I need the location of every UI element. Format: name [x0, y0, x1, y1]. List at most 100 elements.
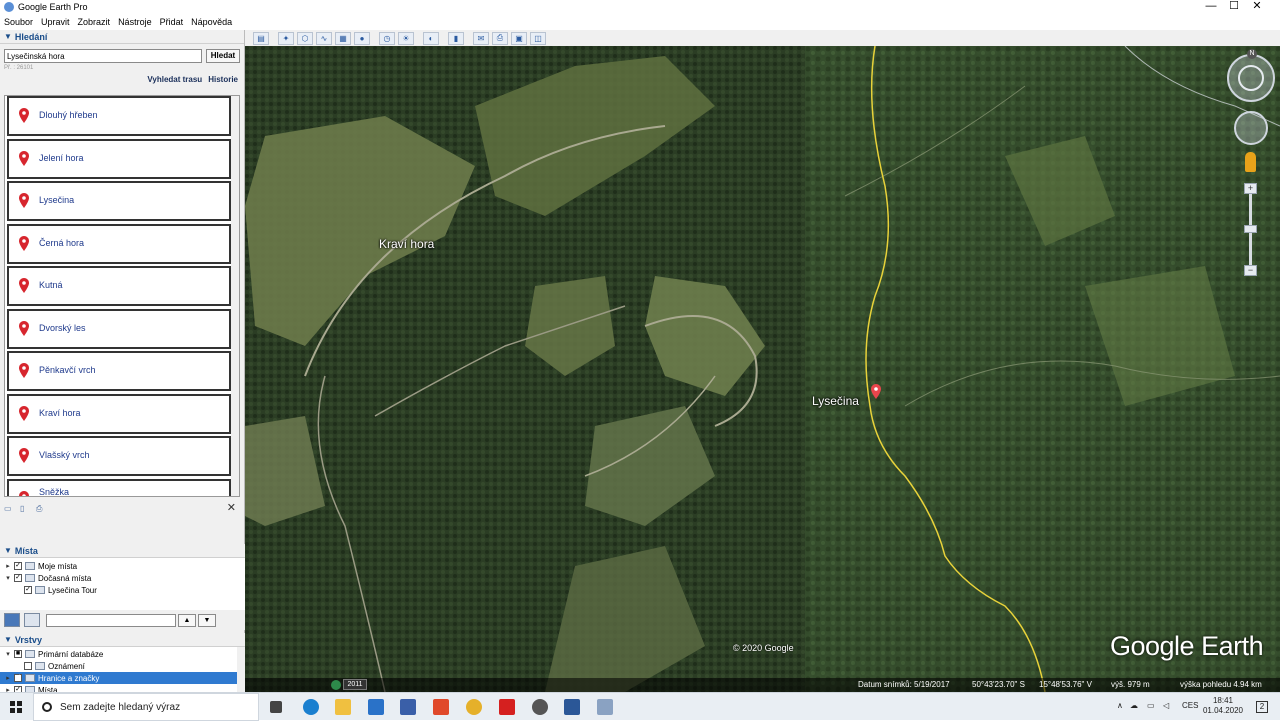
settings-icon[interactable]	[532, 699, 548, 715]
chrome-icon[interactable]	[466, 699, 482, 715]
arrow-down-icon[interactable]: ▼	[198, 613, 216, 627]
acrobat-icon[interactable]	[499, 699, 515, 715]
placemark-icon[interactable]: ✦	[278, 31, 294, 45]
taskbar-search[interactable]: Sem zadejte hledaný výraz	[33, 693, 259, 721]
image-overlay-icon[interactable]: ▦	[335, 31, 351, 45]
tree-row[interactable]: ✓ Lysečina Tour	[0, 584, 245, 596]
planet-icon[interactable]: ◐	[423, 31, 439, 45]
list-item[interactable]: Dvorský les	[7, 309, 231, 349]
checkbox[interactable]	[24, 662, 32, 670]
tree-row[interactable]: ▾ ✓ Dočasná místa	[0, 572, 245, 584]
tree-row[interactable]: Oznámení	[0, 660, 245, 672]
close-button[interactable]: ✕	[1234, 0, 1280, 14]
print-icon[interactable]: ⎙	[492, 31, 508, 45]
copy-icon[interactable]: ▯	[20, 504, 30, 513]
move-joystick-icon[interactable]	[1234, 111, 1268, 145]
tree-row[interactable]: ▸ ✓ Moje místa	[0, 560, 245, 572]
tray-chevron-icon[interactable]: ∧	[1117, 701, 1123, 710]
save-image-icon[interactable]: ▣	[511, 31, 527, 45]
menu-nastroje[interactable]: Nástroje	[118, 17, 152, 27]
historical-imagery-icon[interactable]	[331, 680, 341, 690]
menu-upravit[interactable]: Upravit	[41, 17, 70, 27]
list-item[interactable]: Sněžka	[7, 479, 231, 496]
list-item[interactable]: Kraví hora	[7, 394, 231, 434]
search-input[interactable]	[4, 49, 202, 63]
navigation-ring[interactable]: N	[1227, 49, 1275, 102]
list-item[interactable]: Pěnkavčí vrch	[7, 351, 231, 391]
task-view-icon[interactable]	[270, 701, 282, 713]
close-icon[interactable]: ✕	[227, 501, 236, 514]
placemark-pin-icon[interactable]	[871, 384, 881, 399]
file-explorer-icon[interactable]	[335, 699, 351, 715]
sun-icon[interactable]: ☀	[398, 31, 414, 45]
zoom-out-icon[interactable]: −	[1244, 265, 1257, 276]
menu-zobrazit[interactable]: Zobrazit	[78, 17, 111, 27]
list-item[interactable]: Vlašský vrch	[7, 436, 231, 476]
volume-icon[interactable]: ◁	[1163, 701, 1169, 710]
tour-record-icon[interactable]: ●	[354, 31, 370, 45]
search-places-icon[interactable]	[4, 613, 20, 627]
history-link[interactable]: Historie	[208, 75, 238, 84]
search-panel-header[interactable]: ▼ Hledání	[0, 30, 244, 44]
zoom-in-icon[interactable]: +	[1244, 183, 1257, 194]
map-view[interactable]: Kraví hora Lysečina © 2020 Google Google…	[245, 46, 1280, 692]
route-link[interactable]: Vyhledat trasu	[147, 75, 202, 84]
battery-icon[interactable]: ▭	[1147, 701, 1155, 710]
menu-soubor[interactable]: Soubor	[4, 17, 33, 27]
list-item[interactable]: Lysečina	[7, 181, 231, 221]
imagery-year[interactable]: 2011	[343, 679, 367, 690]
checkbox[interactable]: ✓	[24, 586, 32, 594]
expand-icon[interactable]: ▸	[4, 674, 12, 682]
print-icon[interactable]: ⎙	[36, 504, 46, 513]
collapse-icon[interactable]: ▾	[4, 574, 12, 582]
places-filter-input[interactable]	[46, 613, 176, 627]
arrow-up-icon[interactable]: ▲	[178, 613, 196, 627]
expand-icon[interactable]: ▸	[4, 562, 12, 570]
menu-napoveda[interactable]: Nápověda	[191, 17, 232, 27]
results-scrollbar[interactable]	[231, 96, 239, 496]
google-earth-task-icon[interactable]	[597, 699, 613, 715]
look-joystick-icon[interactable]	[1238, 65, 1264, 91]
network-icon[interactable]: ☁	[1130, 701, 1138, 710]
tree-row[interactable]: ▾ ■ Primární databáze	[0, 648, 245, 660]
historical-imagery-icon[interactable]: ◷	[379, 31, 395, 45]
layers-scrollbar[interactable]	[237, 647, 245, 692]
place-label-kravi-hora[interactable]: Kraví hora	[379, 237, 434, 251]
language-indicator[interactable]: CES	[1182, 701, 1198, 710]
checkbox[interactable]: ■	[14, 650, 22, 658]
checkbox[interactable]: ✓	[14, 574, 22, 582]
menu-pridat[interactable]: Přidat	[160, 17, 184, 27]
collapse-icon[interactable]: ▾	[4, 650, 12, 658]
edge-icon[interactable]	[303, 699, 319, 715]
ruler-icon[interactable]: ▮	[448, 31, 464, 45]
panel-icon[interactable]	[24, 613, 40, 627]
office-icon[interactable]	[433, 699, 449, 715]
windows-start-icon[interactable]	[10, 701, 22, 713]
search-button[interactable]: Hledat	[206, 49, 240, 63]
list-item[interactable]: Dlouhý hřeben	[7, 96, 231, 136]
polygon-icon[interactable]: ⬡	[297, 31, 313, 45]
save-icon[interactable]	[400, 699, 416, 715]
clock[interactable]: 18:41 01.04.2020	[1200, 696, 1246, 716]
tree-row[interactable]: ▸ ✓ Hranice a značky	[0, 672, 245, 684]
place-label-lysecina[interactable]: Lysečina	[812, 394, 859, 408]
sidebar-toggle-icon[interactable]: ▤	[253, 31, 269, 45]
layers-panel-header[interactable]: ▼ Vrstvy	[0, 633, 245, 647]
list-item[interactable]: Kutná	[7, 266, 231, 306]
word-icon[interactable]	[564, 699, 580, 715]
checkbox[interactable]: ✓	[14, 562, 22, 570]
checkbox[interactable]: ✓	[14, 674, 22, 682]
street-view-icon[interactable]	[1245, 152, 1256, 172]
title-bar: Google Earth Pro — ☐ ✕	[0, 0, 1280, 14]
notification-icon[interactable]: 2	[1256, 701, 1268, 713]
path-icon[interactable]: ∿	[316, 31, 332, 45]
list-item[interactable]: Černá hora	[7, 224, 231, 264]
mail-icon[interactable]	[368, 699, 384, 715]
email-icon[interactable]: ✉	[473, 31, 489, 45]
zoom-thumb[interactable]	[1244, 225, 1257, 233]
north-icon[interactable]: N	[1247, 49, 1257, 59]
folder-icon[interactable]: ▭	[4, 504, 14, 513]
places-panel-header[interactable]: ▼ Místa	[0, 544, 245, 558]
list-item[interactable]: Jelení hora	[7, 139, 231, 179]
maps-icon[interactable]: ◫	[530, 31, 546, 45]
